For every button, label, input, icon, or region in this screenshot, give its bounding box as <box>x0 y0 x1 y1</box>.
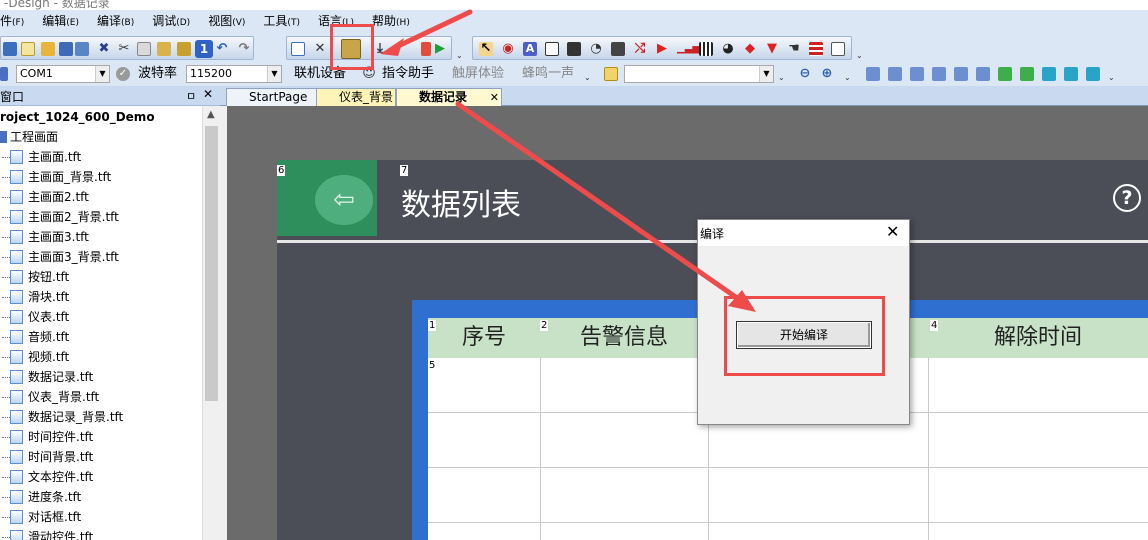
arrow-head <box>380 38 404 56</box>
arrow-line <box>391 9 473 51</box>
annotation-arrows <box>380 9 756 312</box>
arrow-line <box>455 101 743 303</box>
